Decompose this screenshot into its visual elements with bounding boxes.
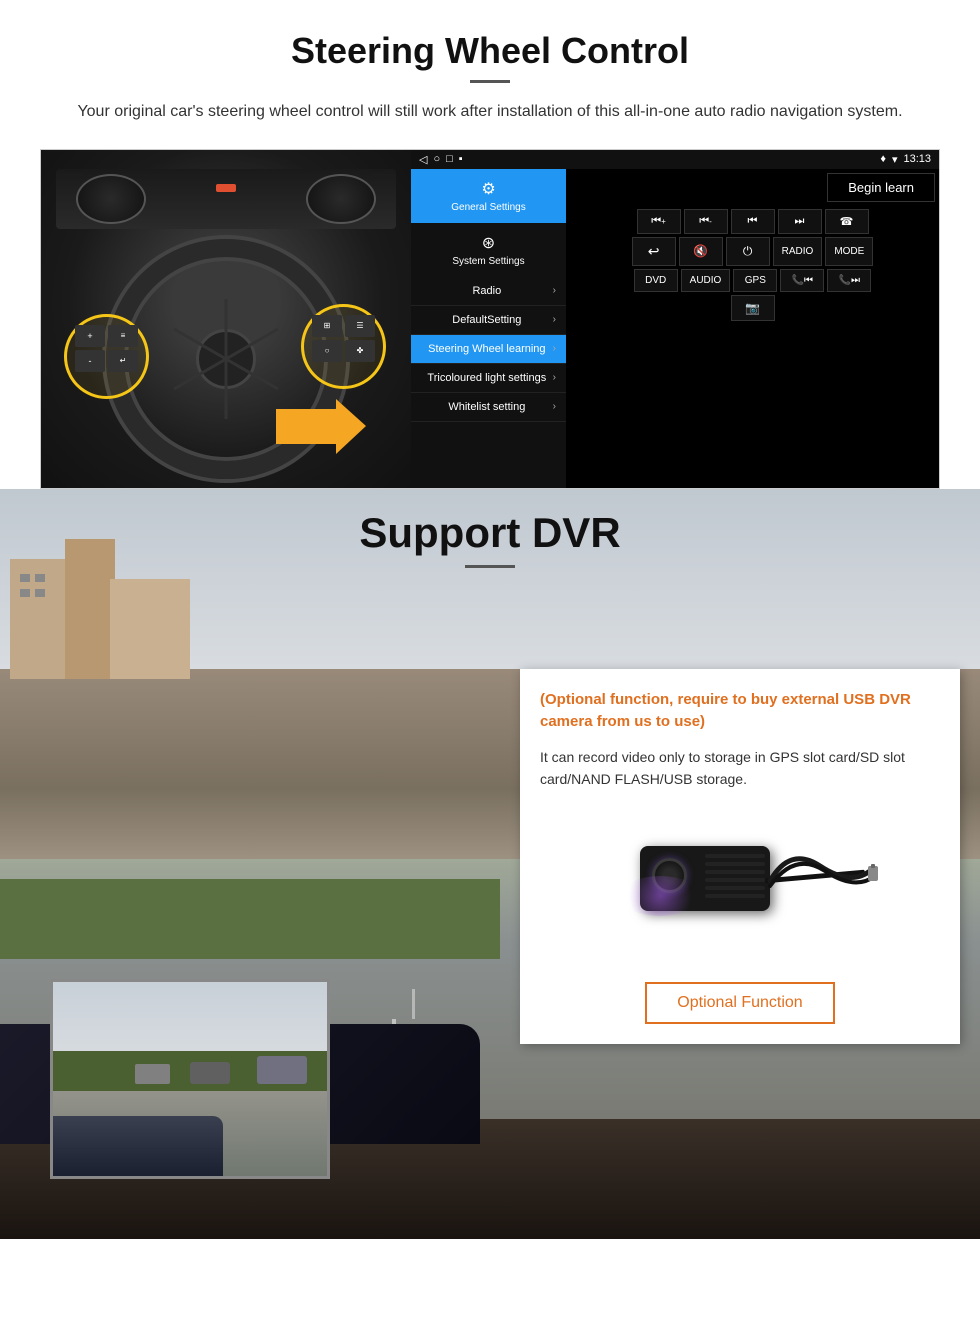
menu-radio[interactable]: Radio › [411,277,566,306]
dvr-section: Support DVR (Optional [0,489,980,1239]
menu-radio-label: Radio [421,285,553,297]
ctrl-dvd[interactable]: DVD [634,269,678,292]
tab-general-settings[interactable]: ⚙ General Settings [411,169,566,223]
dvr-info-card: (Optional function, require to buy exter… [520,669,960,1045]
menu-tri-label: Tricoloured light settings [421,372,553,384]
android-panel: ◁ ○ □ ▪ ♦ ▾ 13:13 ⚙ General Settings [411,150,939,488]
ctrl-row-1: ⏮+ ⏮- ⏮ ⏭ ☎ [570,209,935,234]
menu-tricoloured[interactable]: Tricoloured light settings › [411,364,566,393]
ctrl-vol-up[interactable]: ⏮+ [637,209,681,234]
begin-learn-row: Begin learn [570,173,935,202]
ctrl-radio[interactable]: RADIO [773,237,823,266]
menu-tri-arrow: › [553,372,556,383]
steering-wheel-section: Steering Wheel Control Your original car… [0,0,980,489]
begin-learn-button[interactable]: Begin learn [827,173,935,202]
ctrl-prev[interactable]: ⏮ [731,209,775,234]
menu-default-label: DefaultSetting [421,314,553,326]
ctrl-row-4: 📷 [570,295,935,321]
nav-record-icon: ▪ [459,153,463,166]
steering-demo: + ≡ - ↵ ⊞ ☰ ○ ✤ [40,149,940,489]
system-icon: ⊛ [482,233,495,253]
section-subtitle: Your original car's steering wheel contr… [40,99,940,125]
page-title: Steering Wheel Control [40,30,940,72]
menu-default-setting[interactable]: DefaultSetting › [411,306,566,335]
ctrl-row-2: ↩ 🔇 ⏻ RADIO MODE [570,237,935,266]
menu-steering-wheel[interactable]: Steering Wheel learning › [411,335,566,364]
dvr-background: Support DVR (Optional [0,489,980,1239]
nav-home-icon: ○ [433,153,440,166]
tab-general-label: General Settings [451,202,526,213]
dvr-divider [465,565,515,568]
ctrl-call-next[interactable]: 📞⏭ [827,269,871,292]
ctrl-row-3: DVD AUDIO GPS 📞⏮ 📞⏭ [570,269,935,292]
ctrl-vol-down[interactable]: ⏮- [684,209,728,234]
status-time: 13:13 [903,153,931,166]
ctrl-call-prev[interactable]: 📞⏮ [780,269,824,292]
tab-system-label: System Settings [452,256,524,267]
ctrl-gps[interactable]: GPS [733,269,777,292]
dashcam-inset [50,979,330,1179]
nav-recent-icon: □ [446,153,453,166]
menu-whitelist[interactable]: Whitelist setting › [411,393,566,422]
optional-text: (Optional function, require to buy exter… [540,689,940,734]
ctrl-audio[interactable]: AUDIO [681,269,731,292]
tab-system-settings[interactable]: ⊛ System Settings [411,223,566,277]
signal-icon: ♦ [880,153,886,166]
android-body: ⚙ General Settings ⊛ System Settings Rad… [411,169,939,488]
ctrl-back[interactable]: ↩ [632,237,676,266]
steering-wheel-image: + ≡ - ↵ ⊞ ☰ ○ ✤ [41,150,411,488]
ctrl-call[interactable]: ☎ [825,209,869,234]
dvr-camera-image [540,806,940,966]
android-statusbar: ◁ ○ □ ▪ ♦ ▾ 13:13 [411,150,939,169]
android-sidebar: ⚙ General Settings ⊛ System Settings Rad… [411,169,566,488]
ctrl-power[interactable]: ⏻ [726,237,770,266]
menu-steering-arrow: › [553,343,556,354]
title-divider [470,80,510,83]
menu-default-arrow: › [553,314,556,325]
menu-steering-label: Steering Wheel learning [421,343,553,355]
info-text: It can record video only to storage in G… [540,746,940,791]
optional-function-button[interactable]: Optional Function [645,982,834,1024]
android-content: Begin learn ⏮+ ⏮- ⏮ ⏭ ☎ ↩ 🔇 ⏻ [566,169,939,488]
ctrl-mute[interactable]: 🔇 [679,237,723,266]
ctrl-camera[interactable]: 📷 [731,295,775,321]
wifi-icon: ▾ [892,153,898,166]
nav-back-icon: ◁ [419,153,427,166]
dvr-title: Support DVR [0,489,980,557]
menu-whitelist-label: Whitelist setting [421,401,553,413]
ctrl-mode[interactable]: MODE [825,237,873,266]
menu-items: Radio › DefaultSetting › Steering Wheel … [411,277,566,488]
ctrl-next[interactable]: ⏭ [778,209,822,234]
menu-radio-arrow: › [553,285,556,296]
menu-whitelist-arrow: › [553,401,556,412]
settings-icon: ⚙ [481,179,495,199]
